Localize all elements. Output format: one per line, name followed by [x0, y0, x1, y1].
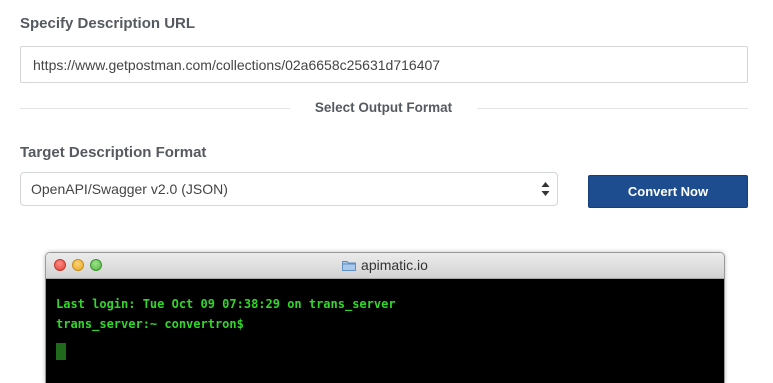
window-title-text: apimatic.io	[361, 257, 428, 273]
chevron-up-down-icon	[541, 179, 550, 199]
terminal-window: apimatic.io Last login: Tue Oct 09 07:38…	[45, 252, 725, 383]
url-label: Specify Description URL	[20, 15, 196, 32]
output-format-heading: Select Output Format	[314, 100, 453, 115]
terminal-cursor	[56, 343, 66, 360]
format-label: Target Description Format	[20, 144, 207, 161]
terminal-body[interactable]: Last login: Tue Oct 09 07:38:29 on trans…	[46, 279, 724, 383]
divider-right	[477, 108, 748, 109]
terminal-prompt: trans_server:~ convertron$	[56, 317, 244, 331]
divider-left	[20, 108, 290, 109]
format-select-value: OpenAPI/Swagger v2.0 (JSON)	[31, 181, 228, 197]
window-title: apimatic.io	[46, 257, 724, 273]
terminal-titlebar[interactable]: apimatic.io	[46, 253, 724, 279]
terminal-line: Last login: Tue Oct 09 07:38:29 on trans…	[56, 297, 396, 311]
format-select[interactable]: OpenAPI/Swagger v2.0 (JSON)	[20, 172, 558, 206]
convert-now-button[interactable]: Convert Now	[588, 175, 748, 208]
description-url-input[interactable]	[20, 46, 748, 83]
folder-icon	[342, 258, 357, 271]
